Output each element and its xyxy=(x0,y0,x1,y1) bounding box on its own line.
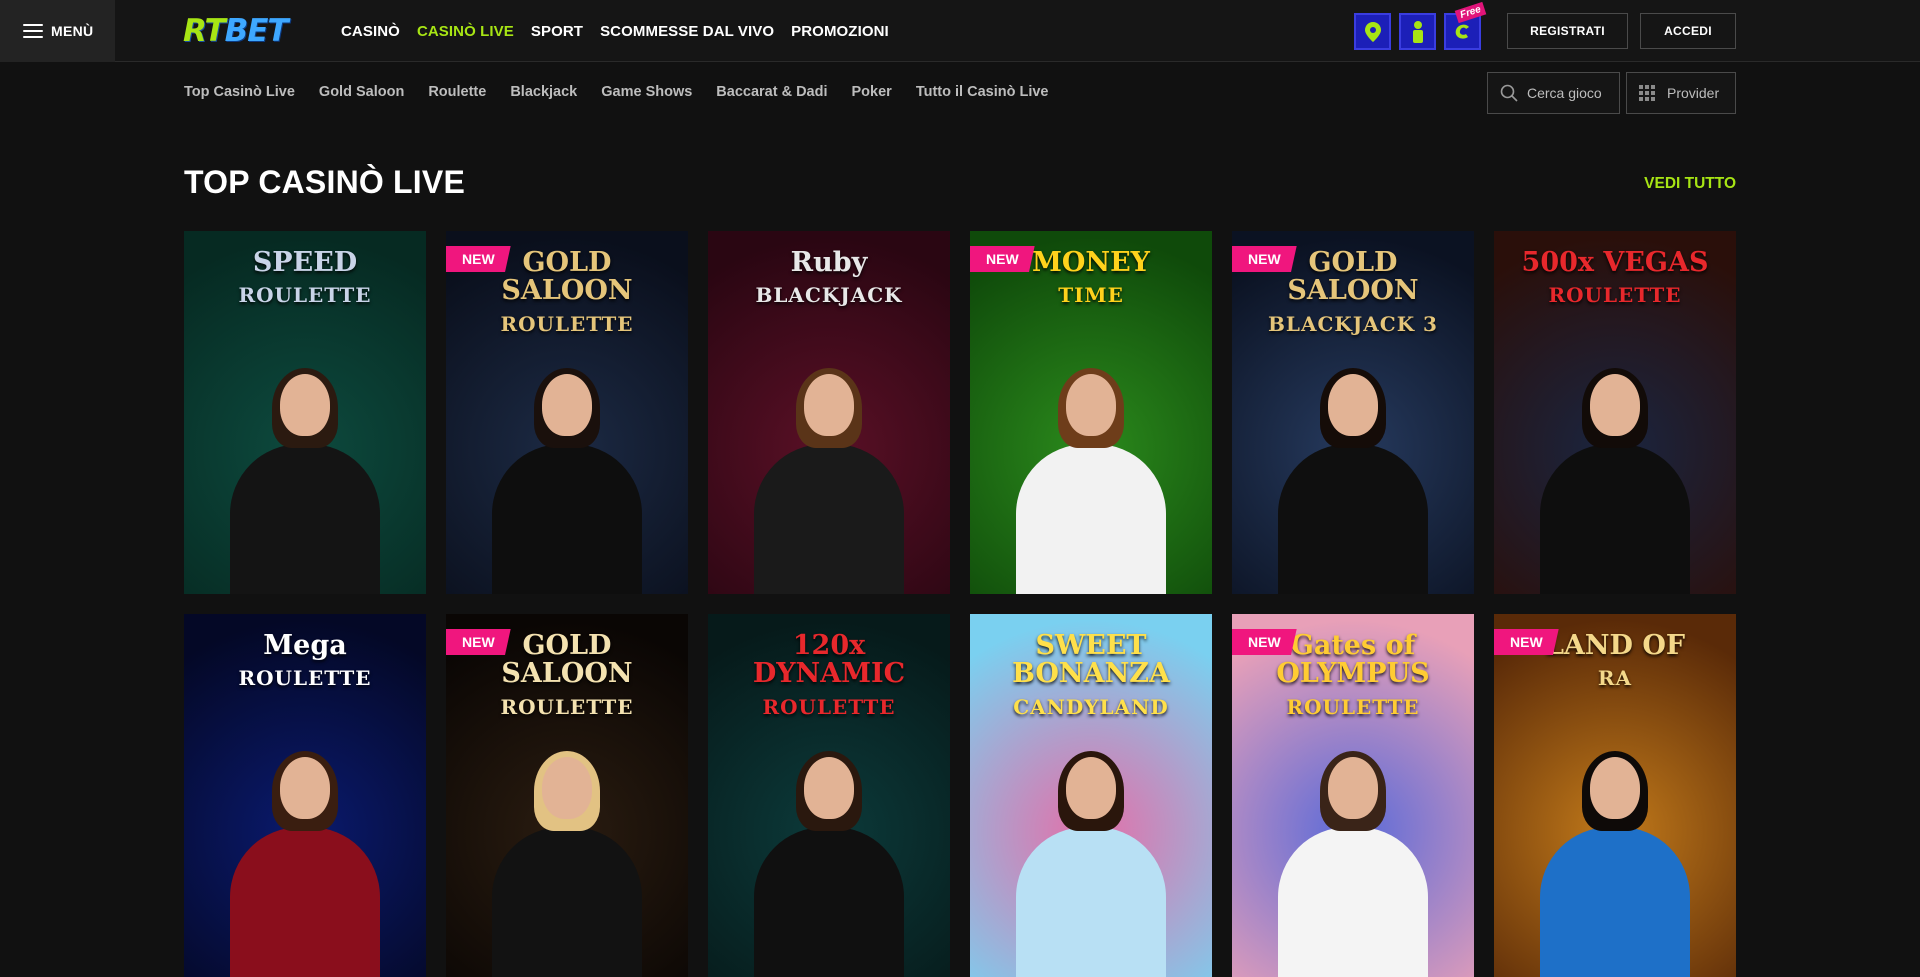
dealer-figure xyxy=(1540,368,1690,594)
dealer-figure xyxy=(1278,751,1428,977)
dealer-figure xyxy=(230,751,380,977)
logo-part-2: BET xyxy=(224,13,289,49)
game-title-line-1: 500x VEGAS xyxy=(1521,247,1709,278)
game-tile[interactable]: GOLD SALOON BLACKJACK 3 NEW xyxy=(1232,231,1474,594)
game-title-line-2: BLACKJACK 3 xyxy=(1268,311,1438,336)
logo-part-1: RT xyxy=(183,13,226,49)
free-spin-icon[interactable]: Free xyxy=(1444,1,1487,50)
game-tile[interactable]: Gates of OLYMPUS ROULETTE NEW xyxy=(1232,614,1474,977)
game-title-line-1: 120x DYNAMIC xyxy=(752,630,906,690)
game-tile[interactable]: SWEET BONANZA CANDYLAND xyxy=(970,614,1212,977)
game-title-line-2: ROULETTE xyxy=(1548,283,1682,308)
game-tile[interactable]: Mega ROULETTE xyxy=(184,614,426,977)
game-tile[interactable]: GOLD SALOON ROULETTE NEW xyxy=(446,614,688,977)
game-title-line-2: CANDYLAND xyxy=(1013,694,1169,719)
subnav-all-live[interactable]: Tutto il Casinò Live xyxy=(916,84,1049,100)
game-tile[interactable]: LAND OF RA NEW xyxy=(1494,614,1736,977)
game-title: 120x DYNAMIC ROULETTE xyxy=(708,630,950,719)
login-button[interactable]: ACCEDI xyxy=(1640,13,1736,49)
register-button[interactable]: REGISTRATI xyxy=(1507,13,1628,49)
player-icon[interactable] xyxy=(1399,13,1436,50)
provider-button[interactable]: Provider xyxy=(1626,72,1736,114)
nav-sport[interactable]: SPORT xyxy=(531,23,583,40)
game-search[interactable] xyxy=(1487,72,1620,114)
main-nav: CASINÒ CASINÒ LIVE SPORT SCOMMESSE DAL V… xyxy=(341,0,889,62)
subnav-poker[interactable]: Poker xyxy=(852,84,892,100)
subnav-gold-saloon[interactable]: Gold Saloon xyxy=(319,84,404,100)
game-title-line-2: TIME xyxy=(1058,283,1124,308)
game-tile[interactable]: MONEY TIME NEW xyxy=(970,231,1212,594)
grid-icon xyxy=(1639,85,1655,101)
game-tile[interactable]: GOLD SALOON ROULETTE NEW xyxy=(446,231,688,594)
game-title: Ruby BLACKJACK xyxy=(708,247,950,308)
search-input[interactable] xyxy=(1527,85,1617,101)
site-logo[interactable]: RTBET xyxy=(183,13,289,49)
dealer-figure xyxy=(1016,368,1166,594)
game-title-line-2: RA xyxy=(1597,666,1633,691)
game-tile[interactable]: SPEED ROULETTE xyxy=(184,231,426,594)
promo-icons: Free xyxy=(1354,1,1487,50)
nav-casino[interactable]: CASINÒ xyxy=(341,23,400,40)
dealer-figure xyxy=(492,368,642,594)
game-title-line-2: BLACKJACK xyxy=(755,283,903,308)
game-title: 500x VEGAS ROULETTE xyxy=(1494,247,1736,308)
game-tile[interactable]: 120x DYNAMIC ROULETTE xyxy=(708,614,950,977)
dealer-figure xyxy=(492,751,642,977)
nav-casino-live[interactable]: CASINÒ LIVE xyxy=(417,23,514,40)
top-bar: MENÙ RTBET CASINÒ CASINÒ LIVE SPORT SCOM… xyxy=(0,0,1920,62)
nav-promotions[interactable]: PROMOZIONI xyxy=(791,23,889,40)
game-title: Mega ROULETTE xyxy=(184,630,426,691)
game-tile[interactable]: 500x VEGAS ROULETTE xyxy=(1494,231,1736,594)
dealer-figure xyxy=(754,368,904,594)
new-badge: NEW xyxy=(970,246,1035,272)
subnav-blackjack[interactable]: Blackjack xyxy=(510,84,577,100)
game-title-line-2: ROULETTE xyxy=(1286,694,1420,719)
game-title-line-2: ROULETTE xyxy=(762,694,896,719)
menu-label: MENÙ xyxy=(51,23,94,39)
subnav-roulette[interactable]: Roulette xyxy=(428,84,486,100)
game-title-line-2: ROULETTE xyxy=(238,283,372,308)
see-all-link[interactable]: VEDI TUTTO xyxy=(1640,175,1736,193)
game-title-line-1: Ruby xyxy=(790,247,868,278)
game-grid: SPEED ROULETTE GOLD SALOON ROULETTE NEW … xyxy=(184,231,1736,977)
game-title: SWEET BONANZA CANDYLAND xyxy=(970,630,1212,719)
dealer-figure xyxy=(1540,751,1690,977)
new-badge: NEW xyxy=(446,629,511,655)
hamburger-icon xyxy=(23,24,43,38)
subnav-game-shows[interactable]: Game Shows xyxy=(601,84,692,100)
dealer-figure xyxy=(754,751,904,977)
new-badge: NEW xyxy=(446,246,511,272)
game-title-line-1: SPEED xyxy=(252,247,358,278)
game-title-line-2: ROULETTE xyxy=(500,311,634,336)
new-badge: NEW xyxy=(1232,246,1297,272)
dealer-figure xyxy=(1278,368,1428,594)
subnav-baccarat-dice[interactable]: Baccarat & Dadi xyxy=(716,84,827,100)
search-icon xyxy=(1500,84,1518,102)
game-title-line-1: SWEET BONANZA xyxy=(1012,630,1170,690)
category-subnav: Top Casinò Live Gold Saloon Roulette Bla… xyxy=(184,62,1048,122)
game-title-line-2: ROULETTE xyxy=(500,694,634,719)
dealer-figure xyxy=(230,368,380,594)
section-title: TOP CASINÒ LIVE xyxy=(184,164,465,200)
subnav-top-live[interactable]: Top Casinò Live xyxy=(184,84,295,100)
game-tile[interactable]: Ruby BLACKJACK xyxy=(708,231,950,594)
dealer-figure xyxy=(1016,751,1166,977)
menu-button[interactable]: MENÙ xyxy=(0,0,115,62)
nav-live-betting[interactable]: SCOMMESSE DAL VIVO xyxy=(600,23,774,40)
game-title-line-1: Mega xyxy=(263,630,347,661)
game-title: SPEED ROULETTE xyxy=(184,247,426,308)
map-pin-icon[interactable] xyxy=(1354,13,1391,50)
game-title-line-2: ROULETTE xyxy=(238,666,372,691)
new-badge: NEW xyxy=(1232,629,1297,655)
provider-label: Provider xyxy=(1667,85,1720,101)
new-badge: NEW xyxy=(1494,629,1559,655)
